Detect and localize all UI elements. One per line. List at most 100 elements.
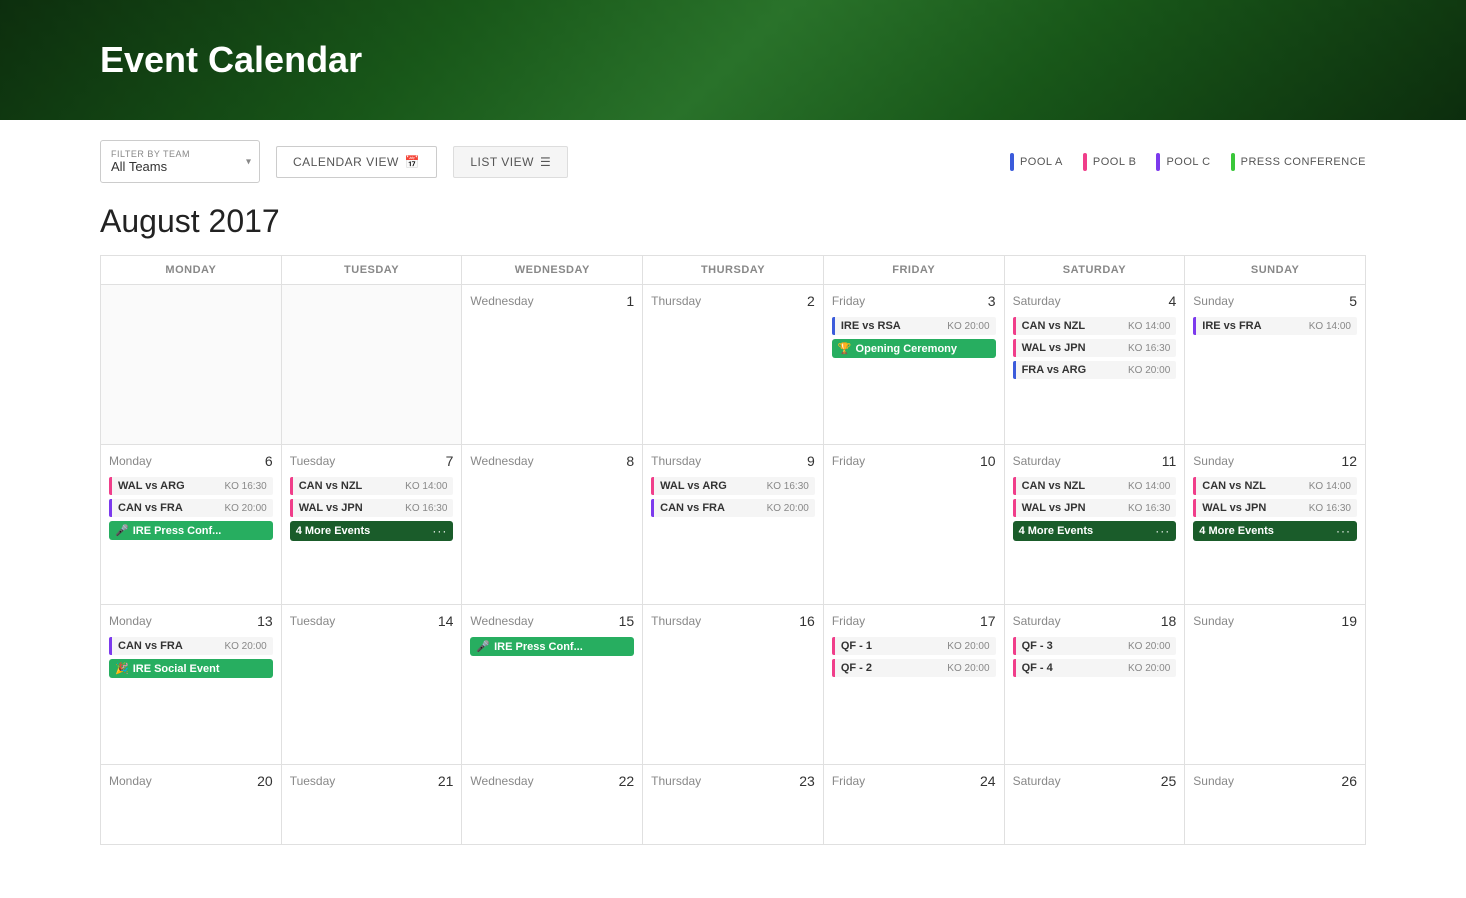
event-label: IRE vs FRA: [1202, 320, 1304, 332]
calendar-icon: 📅: [405, 155, 420, 169]
event-label: Opening Ceremony: [856, 343, 990, 355]
day-number: 10: [980, 453, 996, 469]
day-cell-8: Wednesday8: [462, 445, 643, 605]
day-name: Sunday: [1193, 294, 1234, 308]
day-name: Thursday: [651, 294, 701, 308]
day-name: Monday: [109, 774, 152, 788]
team-filter[interactable]: FILTER BY TEAM All Teams ▾: [100, 140, 260, 183]
day-cell-19: Sunday19: [1185, 605, 1366, 765]
event-item[interactable]: IRE vs FRAKO 14:00: [1193, 317, 1357, 335]
day-header-row: Tuesday21: [290, 773, 454, 789]
calendar-grid: MONDAYTUESDAYWEDNESDAYTHURSDAYFRIDAYSATU…: [100, 255, 1366, 845]
day-cell-21: Tuesday21: [282, 765, 463, 845]
event-time: KO 16:30: [1128, 503, 1170, 514]
event-time: KO 20:00: [947, 641, 989, 652]
day-number: 3: [988, 293, 996, 309]
day-header-row: Saturday18: [1013, 613, 1177, 629]
event-item[interactable]: 🎤IRE Press Conf...: [109, 521, 273, 540]
day-header-row: Wednesday8: [470, 453, 634, 469]
event-item[interactable]: CAN vs FRAKO 20:00: [109, 499, 273, 517]
event-item[interactable]: FRA vs ARGKO 20:00: [1013, 361, 1177, 379]
day-cell-13: Monday 13 CAN vs FRAKO 20:00 🎉IRE Social Ev…: [101, 605, 282, 765]
event-item[interactable]: IRE vs RSAKO 20:00: [832, 317, 996, 335]
event-item[interactable]: CAN vs NZLKO 14:00: [290, 477, 454, 495]
event-item[interactable]: CAN vs NZLKO 14:00: [1013, 477, 1177, 495]
event-item[interactable]: QF - 2KO 20:00: [832, 659, 996, 677]
page-header: Event Calendar: [0, 0, 1466, 120]
event-time: KO 14:00: [405, 481, 447, 492]
day-header-row: Saturday11: [1013, 453, 1177, 469]
day-header-monday: MONDAY: [101, 256, 282, 285]
event-label: CAN vs NZL: [1022, 320, 1124, 332]
day-header-saturday: SATURDAY: [1005, 256, 1186, 285]
calendar-view-button[interactable]: CALENDAR VIEW 📅: [276, 146, 437, 178]
list-view-label: LIST VIEW: [470, 155, 534, 169]
day-header-row: Thursday2: [651, 293, 815, 309]
legend-dot-pool-a: [1010, 153, 1014, 171]
day-name: Wednesday: [470, 454, 533, 468]
event-item[interactable]: QF - 4KO 20:00: [1013, 659, 1177, 677]
event-item[interactable]: QF - 3KO 20:00: [1013, 637, 1177, 655]
day-cell-26: Sunday26: [1185, 765, 1366, 845]
event-item[interactable]: WAL vs JPNKO 16:30: [1013, 339, 1177, 357]
event-item[interactable]: CAN vs FRAKO 20:00: [651, 499, 815, 517]
day-number: 6: [265, 453, 273, 469]
event-item[interactable]: WAL vs JPNKO 16:30: [1193, 499, 1357, 517]
day-cell-10: Friday 10: [824, 445, 1005, 605]
event-item[interactable]: 🎤IRE Press Conf...: [470, 637, 634, 656]
day-name: Saturday: [1013, 614, 1061, 628]
day-number: 5: [1349, 293, 1357, 309]
legend-dot-pool-c: [1156, 153, 1160, 171]
event-item[interactable]: WAL vs ARGKO 16:30: [651, 477, 815, 495]
event-item[interactable]: 🏆Opening Ceremony: [832, 339, 996, 358]
day-number: 13: [257, 613, 273, 629]
event-item[interactable]: CAN vs NZLKO 14:00: [1013, 317, 1177, 335]
event-item[interactable]: 🎉IRE Social Event: [109, 659, 273, 678]
day-name: Sunday: [1193, 614, 1234, 628]
event-label: IRE vs RSA: [841, 320, 943, 332]
day-name: Sunday: [1193, 454, 1234, 468]
event-item[interactable]: WAL vs JPNKO 16:30: [1013, 499, 1177, 517]
day-name: Monday: [109, 614, 152, 628]
event-time: KO 16:30: [224, 481, 266, 492]
event-item[interactable]: WAL vs ARGKO 16:30: [109, 477, 273, 495]
page-title: Event Calendar: [100, 39, 362, 81]
day-cell-20: Monday20: [101, 765, 282, 845]
day-name: Wednesday: [470, 614, 533, 628]
event-icon: 🎤: [115, 524, 129, 537]
event-item[interactable]: 4 More Events···: [1193, 521, 1357, 541]
event-item[interactable]: CAN vs FRAKO 20:00: [109, 637, 273, 655]
list-view-button[interactable]: LIST VIEW ☰: [453, 146, 568, 178]
event-item[interactable]: 4 More Events···: [290, 521, 454, 541]
day-header-row: Sunday 5: [1193, 293, 1357, 309]
day-number: 1: [626, 293, 634, 309]
day-cell-2: Thursday2: [643, 285, 824, 445]
list-icon: ☰: [540, 155, 551, 169]
day-number: 7: [446, 453, 454, 469]
day-number: 24: [980, 773, 996, 789]
event-label: CAN vs FRA: [118, 640, 220, 652]
day-header-row: Friday 24: [832, 773, 996, 789]
day-name: Monday: [109, 454, 152, 468]
day-cell-4: Saturday4CAN vs NZLKO 14:00WAL vs JPNKO …: [1005, 285, 1186, 445]
event-item[interactable]: QF - 1 KO 20:00: [832, 637, 996, 655]
day-number: 22: [619, 773, 635, 789]
day-header-row: Monday 6: [109, 453, 273, 469]
event-label: QF - 3: [1022, 640, 1124, 652]
day-name: Friday: [832, 774, 865, 788]
day-header-row: Tuesday7: [290, 453, 454, 469]
more-dots-icon: ···: [1155, 524, 1170, 538]
event-time: KO 20:00: [1128, 663, 1170, 674]
event-time: KO 14:00: [1128, 481, 1170, 492]
event-icon: 🎉: [115, 662, 129, 675]
day-name: Friday: [832, 454, 865, 468]
event-label: QF - 1: [841, 640, 943, 652]
event-item[interactable]: WAL vs JPNKO 16:30: [290, 499, 454, 517]
event-time: KO 14:00: [1309, 481, 1351, 492]
day-cell-empty-0-1: [282, 285, 463, 445]
day-name: Wednesday: [470, 774, 533, 788]
event-item[interactable]: CAN vs NZLKO 14:00: [1193, 477, 1357, 495]
day-header-row: Saturday25: [1013, 773, 1177, 789]
event-item[interactable]: 4 More Events···: [1013, 521, 1177, 541]
day-name: Saturday: [1013, 454, 1061, 468]
